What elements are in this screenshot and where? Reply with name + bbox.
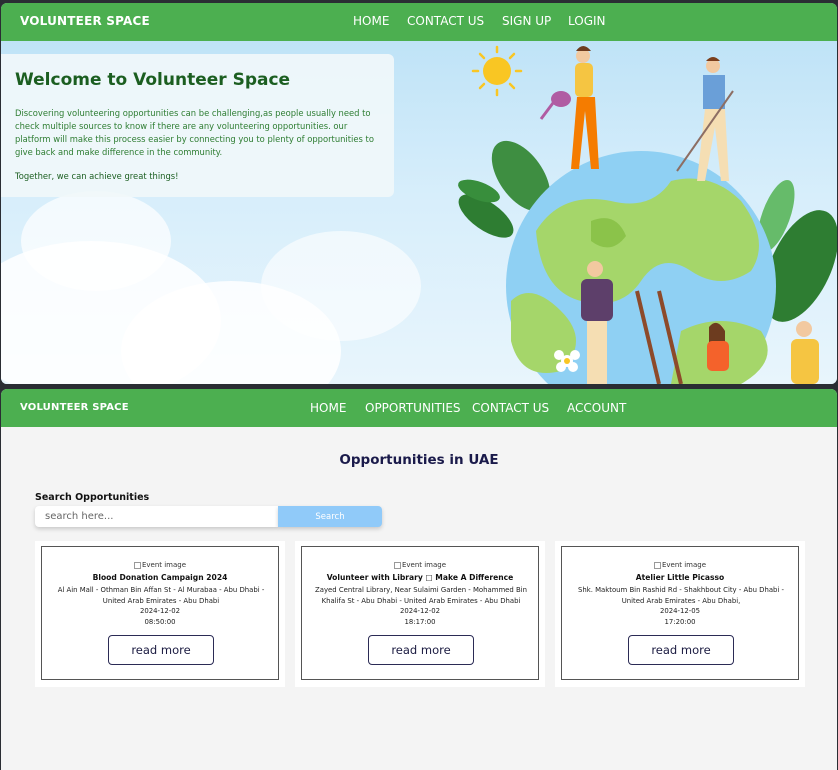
nav-home[interactable]: HOME [353, 14, 389, 28]
brand-logo[interactable]: VOLUNTEER SPACE [20, 402, 129, 413]
card-time: 17:20:00 [664, 618, 696, 626]
broken-image-icon [653, 561, 661, 569]
nav-login[interactable]: LOGIN [568, 14, 606, 28]
card-address: Zayed Central Library, Near Sulaimi Gard… [315, 586, 527, 605]
search-input[interactable] [35, 506, 278, 527]
bottom-navbar: VOLUNTEER SPACE HOME OPPORTUNITIES CONTA… [1, 389, 837, 427]
card-address: Shk. Maktoum Bin Rashid Rd - Shakhbout C… [577, 586, 785, 605]
landing-page-screenshot: VOLUNTEER SPACE HOME CONTACT US SIGN UP … [1, 3, 837, 384]
volunteer-man-figure [791, 321, 819, 384]
nav-account[interactable]: ACCOUNT [567, 401, 626, 415]
sun-icon [471, 45, 523, 97]
event-image-alt: Event image [141, 561, 187, 569]
broken-image-icon [133, 561, 141, 569]
event-image-alt: Event image [401, 561, 447, 569]
search-button[interactable]: Search [278, 506, 382, 527]
welcome-title: Welcome to Volunteer Space [15, 70, 291, 90]
card-date: 2024-12-02 [399, 607, 441, 615]
opportunity-card: Event image Volunteer with Library □ Mak… [295, 541, 545, 687]
card-date: 2024-12-02 [139, 607, 181, 615]
card-body: Event image Volunteer with Library □ Mak… [301, 546, 539, 680]
volunteer-earth-illustration [458, 45, 837, 384]
card-title: Volunteer with Library □ Make A Differen… [326, 573, 514, 582]
event-image: Event image [302, 561, 538, 569]
opportunity-card: Event image Atelier Little Picasso Shk. … [555, 541, 805, 687]
opportunities-page-screenshot: VOLUNTEER SPACE HOME OPPORTUNITIES CONTA… [1, 389, 837, 770]
card-time: 08:50:00 [144, 618, 176, 626]
card-body: Event image Atelier Little Picasso Shk. … [561, 546, 799, 680]
brand-logo[interactable]: VOLUNTEER SPACE [20, 14, 150, 28]
event-image-alt: Event image [661, 561, 707, 569]
cloud [261, 231, 421, 341]
card-address: Al Ain Mall - Othman Bin Affan St - Al M… [57, 586, 265, 605]
top-navbar: VOLUNTEER SPACE HOME CONTACT US SIGN UP … [1, 3, 837, 41]
nav-home[interactable]: HOME [310, 401, 346, 415]
read-more-button[interactable]: read more [628, 635, 734, 665]
nav-contact-us[interactable]: CONTACT US [407, 14, 484, 28]
read-more-button[interactable]: read more [108, 635, 214, 665]
nav-contact-us[interactable]: CONTACT US [472, 401, 549, 415]
card-body: Event image Blood Donation Campaign 2024… [41, 546, 279, 680]
card-title: Blood Donation Campaign 2024 [92, 573, 228, 582]
cloud [21, 191, 171, 291]
card-title: Atelier Little Picasso [635, 573, 725, 582]
search-label: Search Opportunities [35, 492, 150, 503]
welcome-tagline: Together, we can achieve great things! [15, 171, 179, 181]
nav-opportunities[interactable]: OPPORTUNITIES [365, 401, 461, 415]
event-image: Event image [42, 561, 278, 569]
card-time: 18:17:00 [404, 618, 436, 626]
page-title: Opportunities in UAE [339, 452, 499, 468]
welcome-description: Discovering volunteering opportunities c… [15, 108, 374, 157]
nav-sign-up[interactable]: SIGN UP [502, 14, 551, 28]
broken-image-icon [393, 561, 401, 569]
volunteer-watering-figure [539, 46, 599, 169]
card-date: 2024-12-05 [659, 607, 701, 615]
read-more-button[interactable]: read more [368, 635, 474, 665]
opportunity-card: Event image Blood Donation Campaign 2024… [35, 541, 285, 687]
event-image: Event image [562, 561, 798, 569]
